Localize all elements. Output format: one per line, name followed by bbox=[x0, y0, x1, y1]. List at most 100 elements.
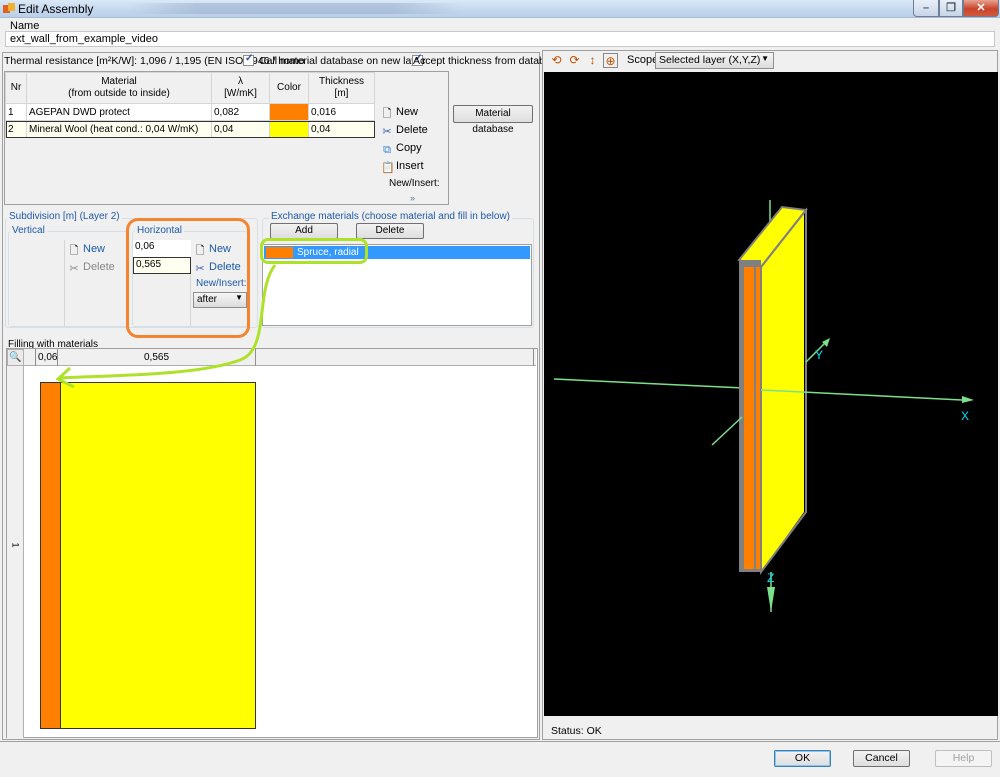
highlight-horizontal-annotation bbox=[126, 218, 250, 338]
scope-select[interactable]: Selected layer (X,Y,Z) ▼ bbox=[655, 52, 774, 69]
highlight-exchange-annotation bbox=[260, 238, 368, 264]
table-row[interactable]: 2 Mineral Wool (heat cond.: 0,04 W/mK) 0… bbox=[5, 120, 375, 138]
y-axis-back bbox=[711, 416, 743, 446]
rotate-x-icon[interactable]: ⟲ bbox=[549, 53, 564, 68]
ok-button[interactable]: OK bbox=[774, 750, 831, 767]
center-view-icon[interactable]: ⊕ bbox=[603, 53, 618, 68]
cell-thickness[interactable]: 0,016 bbox=[308, 103, 375, 121]
col-thickness: Thickness [m] bbox=[308, 72, 375, 104]
layer-actions: 🗋 New ✂ Delete ⧉ Copy 📋Insert New/Insert: » bbox=[377, 102, 449, 205]
x-axis-arrowhead bbox=[962, 396, 974, 403]
call-db-checkbox[interactable] bbox=[243, 53, 254, 66]
label: New bbox=[83, 243, 106, 255]
accept-thickness-label: Accept thickness from database bbox=[413, 55, 562, 67]
minimize-button[interactable]: – bbox=[913, 0, 939, 17]
col-color: Color bbox=[269, 72, 309, 104]
select-value: Selected layer (X,Y,Z) bbox=[659, 54, 761, 66]
z-axis-arrowhead bbox=[767, 587, 775, 612]
maximize-button[interactable]: ❐ bbox=[939, 0, 963, 17]
close-icon: ✕ bbox=[976, 2, 986, 14]
rotate-y-icon[interactable]: ⟳ bbox=[567, 53, 582, 68]
more-button[interactable]: » bbox=[410, 193, 415, 203]
layer-new-button[interactable]: 🗋 New bbox=[381, 106, 418, 120]
scissors-icon: ✂ bbox=[69, 263, 79, 275]
cell-nr[interactable]: 1 bbox=[5, 103, 27, 121]
vertical-delete-button[interactable]: ✂ Delete bbox=[68, 261, 115, 275]
3d-viewport[interactable]: X Y Z bbox=[544, 72, 998, 716]
app-icon bbox=[3, 3, 15, 15]
col-thickness-title: Thickness bbox=[318, 76, 364, 87]
zoom-button[interactable]: 🔍 bbox=[7, 349, 24, 366]
cell-lambda[interactable]: 0,04 bbox=[211, 120, 270, 138]
color-swatch bbox=[270, 104, 308, 120]
outer-layer bbox=[744, 267, 754, 569]
col-thickness-unit: [m] bbox=[334, 88, 349, 99]
column-header-spacer bbox=[24, 349, 36, 366]
cell-color[interactable] bbox=[269, 103, 309, 121]
row-header[interactable]: 1 bbox=[11, 537, 21, 554]
col-material-title: Material bbox=[101, 76, 137, 87]
layers-table: Nr Material (from outside to inside) λ [… bbox=[5, 72, 375, 138]
col-lambda-unit: [W/mK] bbox=[224, 88, 257, 99]
cell-nr[interactable]: 2 bbox=[5, 120, 27, 138]
scope-label: Scope bbox=[627, 54, 659, 66]
new-insert-label: New/Insert: bbox=[389, 178, 440, 189]
minimize-icon: – bbox=[922, 2, 930, 14]
layers-grid: Nr Material (from outside to inside) λ [… bbox=[4, 71, 449, 205]
layer-delete-button[interactable]: ✂ Delete bbox=[381, 124, 428, 138]
close-button[interactable]: ✕ bbox=[963, 0, 999, 17]
column-header[interactable]: 0,06 bbox=[36, 349, 58, 366]
call-db-label: Call material database on new layer bbox=[259, 55, 426, 67]
vertical-title: Vertical bbox=[10, 225, 47, 236]
material-database-button[interactable]: Material database bbox=[453, 105, 533, 135]
subdivision-title: Subdivision [m] (Layer 2) bbox=[7, 211, 122, 222]
3d-scene: X Y Z bbox=[553, 200, 974, 612]
copy-icon: ⧉ bbox=[383, 144, 391, 156]
filling-column-header: 0,06 0,565 bbox=[24, 349, 536, 366]
paste-icon: 📋 bbox=[381, 162, 395, 174]
column-header-empty bbox=[256, 349, 534, 366]
filling-cell[interactable] bbox=[60, 382, 256, 729]
vertical-new-button[interactable]: 🗋 New bbox=[68, 243, 105, 257]
x-axis-back bbox=[553, 378, 745, 389]
help-button[interactable]: Help bbox=[935, 750, 992, 767]
col-lambda-title: λ bbox=[238, 76, 243, 87]
x-axis-label: X bbox=[961, 409, 969, 423]
col-nr: Nr bbox=[5, 72, 27, 104]
label: Delete bbox=[83, 261, 115, 273]
exchange-add-button[interactable]: Add bbox=[270, 223, 338, 239]
column-header[interactable]: 0,565 bbox=[58, 349, 256, 366]
table-row[interactable]: 1 AGEPAN DWD protect 0,082 0,016 bbox=[5, 103, 375, 121]
cancel-button[interactable]: Cancel bbox=[853, 750, 910, 767]
name-input[interactable] bbox=[5, 31, 995, 47]
vertical-list[interactable] bbox=[9, 240, 65, 326]
cell-material[interactable]: Mineral Wool (heat cond.: 0,04 W/mK) bbox=[26, 120, 212, 138]
cell-color[interactable] bbox=[269, 120, 309, 138]
col-material: Material (from outside to inside) bbox=[26, 72, 212, 104]
status-text: Status: OK bbox=[551, 725, 602, 737]
footer-divider bbox=[0, 741, 1000, 742]
rotate-z-icon[interactable]: ↕ bbox=[585, 53, 600, 68]
cell-thickness[interactable]: 0,04 bbox=[308, 120, 375, 138]
y-axis-label: Y bbox=[815, 348, 823, 362]
label: Copy bbox=[396, 142, 422, 154]
scissors-icon: ✂ bbox=[382, 126, 392, 138]
new-document-icon: 🗋 bbox=[382, 108, 392, 120]
magnifier-icon: 🔍 bbox=[9, 352, 22, 363]
layer-copy-button[interactable]: ⧉ Copy bbox=[381, 142, 422, 156]
cell-lambda[interactable]: 0,082 bbox=[211, 103, 270, 121]
label: Delete bbox=[396, 124, 428, 136]
label: New bbox=[396, 106, 419, 118]
filling-cell[interactable] bbox=[40, 382, 61, 729]
new-document-icon: 🗋 bbox=[69, 245, 79, 257]
layer-insert-button[interactable]: 📋Insert bbox=[381, 160, 424, 174]
exchange-title: Exchange materials (choose material and … bbox=[269, 211, 513, 222]
col-material-sub: (from outside to inside) bbox=[68, 88, 170, 99]
exchange-delete-button[interactable]: Delete bbox=[356, 223, 424, 239]
window-title: Edit Assembly bbox=[18, 2, 94, 16]
z-axis-label: Z bbox=[767, 571, 774, 585]
color-swatch bbox=[270, 121, 308, 137]
cell-material[interactable]: AGEPAN DWD protect bbox=[26, 103, 212, 121]
restore-icon: ❐ bbox=[946, 2, 956, 14]
chevron-down-icon: ▼ bbox=[761, 54, 769, 63]
